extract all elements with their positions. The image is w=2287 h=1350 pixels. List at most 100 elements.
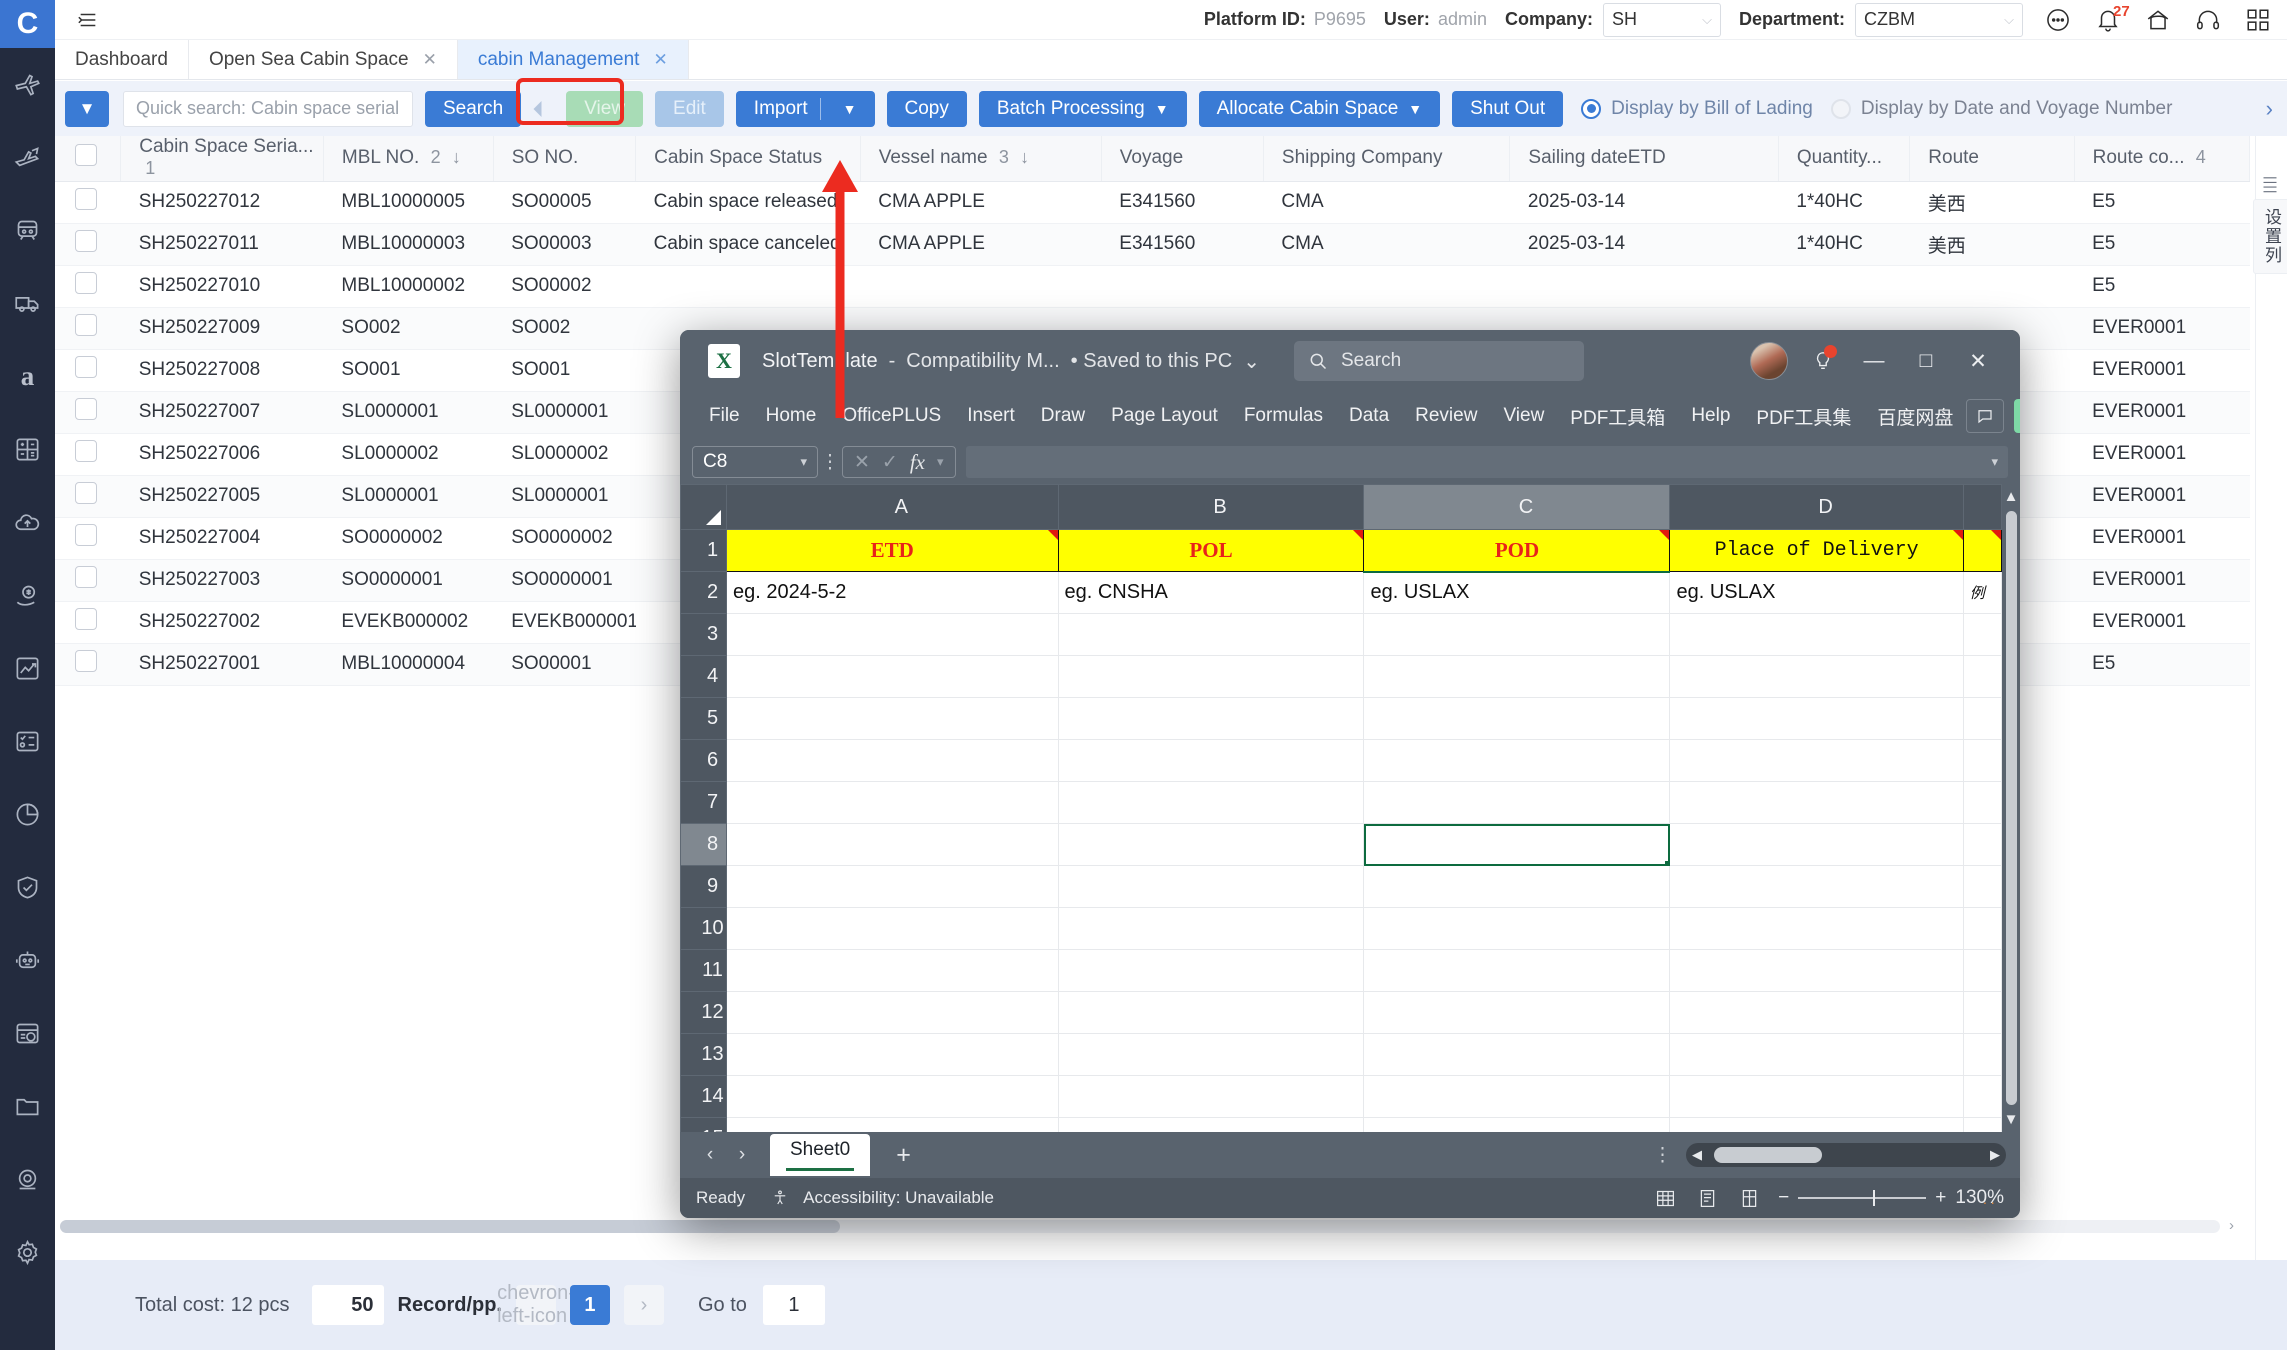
excel-cell-D15[interactable] [1669, 1117, 1964, 1132]
expand-formula-bar-icon[interactable]: ▾ [1991, 454, 1998, 470]
excel-cell-C6[interactable] [1363, 739, 1671, 782]
excel-cell-C9[interactable] [1363, 865, 1671, 908]
row-checkbox[interactable] [75, 314, 97, 336]
column-header-vessel-name[interactable]: Vessel name 3 ↓ [860, 136, 1102, 182]
column-header-mbl-no[interactable]: MBL NO. 2 ↓ [323, 136, 494, 182]
excel-cell-B8[interactable] [1057, 823, 1365, 866]
notifications-button[interactable]: 27 [2093, 3, 2130, 35]
column-header-so-no[interactable]: SO NO. [493, 136, 637, 182]
confirm-formula-icon[interactable]: ✓ [882, 451, 898, 474]
sidebar-item-folder[interactable] [0, 1070, 55, 1143]
row-select-cell[interactable] [55, 349, 121, 392]
sheet-tab-sheet0[interactable]: Sheet0 [770, 1134, 871, 1176]
select-all-cells-button[interactable] [680, 484, 727, 530]
search-input[interactable] [123, 90, 413, 127]
excel-cell-B6[interactable] [1057, 739, 1365, 782]
excel-cell-E11[interactable] [1962, 949, 2002, 992]
row-checkbox[interactable] [75, 272, 97, 294]
allocate-cabin-space-button[interactable]: Allocate Cabin Space ▼ [1198, 90, 1441, 127]
zoom-track[interactable] [1798, 1190, 1927, 1206]
excel-row[interactable]: 12 [680, 991, 2002, 1034]
excel-row[interactable]: 5 [680, 697, 2002, 740]
column-header-shipping-company[interactable]: Shipping Company [1263, 136, 1511, 182]
sidebar-item-eye[interactable] [0, 1143, 55, 1216]
excel-cell-D11[interactable] [1669, 949, 1964, 992]
excel-cell-D13[interactable] [1669, 1033, 1964, 1076]
excel-cell-C11[interactable] [1363, 949, 1671, 992]
excel-row-header[interactable]: 8 [680, 823, 727, 866]
apps-button[interactable] [2243, 5, 2273, 35]
row-select-cell[interactable] [55, 307, 121, 350]
chevron-down-icon[interactable]: ▼ [843, 101, 857, 117]
tab-dashboard[interactable]: Dashboard [55, 40, 189, 79]
minimize-button[interactable]: — [1848, 338, 1900, 384]
excel-cell-C4[interactable] [1363, 655, 1671, 698]
row-select-cell[interactable] [55, 643, 121, 686]
excel-cell-C5[interactable] [1363, 697, 1671, 740]
row-select-cell[interactable] [55, 223, 121, 266]
scroll-left-icon[interactable]: ◀ [1692, 1147, 1702, 1163]
row-select-cell[interactable] [55, 265, 121, 308]
view-button[interactable]: View [566, 90, 644, 127]
sidebar-item-truck[interactable] [0, 267, 55, 340]
ribbon-tab-formulas[interactable]: Formulas [1231, 399, 1336, 433]
home-button[interactable] [2143, 5, 2173, 35]
excel-cell-D10[interactable] [1669, 907, 1964, 950]
comments-button[interactable] [1966, 399, 2005, 433]
excel-cell-E3[interactable] [1962, 613, 2002, 656]
excel-cell-A12[interactable] [726, 991, 1059, 1034]
excel-cell-D3[interactable] [1669, 613, 1964, 656]
sidebar-item-cloud-upload[interactable] [0, 486, 55, 559]
row-select-cell[interactable] [55, 601, 121, 644]
excel-cell-A13[interactable] [726, 1033, 1059, 1076]
sheet-scrollbar-thumb[interactable] [1714, 1147, 1822, 1163]
sidebar-item-shield[interactable] [0, 851, 55, 924]
column-header-voyage[interactable]: Voyage [1101, 136, 1264, 182]
close-button[interactable]: ✕ [1952, 338, 2004, 384]
row-select-cell[interactable] [55, 181, 121, 224]
excel-row[interactable]: 10 [680, 907, 2002, 950]
select-all-header[interactable] [55, 136, 122, 182]
add-sheet-button[interactable]: + [896, 1141, 911, 1170]
excel-cell-B15[interactable] [1057, 1117, 1365, 1132]
import-button[interactable]: Import ▼ [735, 90, 875, 127]
excel-cell-E2[interactable]: 例 [1962, 571, 2002, 614]
chevron-down-icon[interactable]: ▾ [937, 454, 944, 470]
radio-display-by-bill-of-lading[interactable]: Display by Bill of Lading [1581, 98, 1813, 120]
excel-cell-A4[interactable] [726, 655, 1059, 698]
excel-cell-E1[interactable] [1962, 529, 2002, 572]
maximize-button[interactable]: □ [1900, 338, 1952, 384]
next-sheet-button[interactable]: › [726, 1144, 758, 1166]
ribbon-tab-officeplus[interactable]: OfficePLUS [829, 399, 954, 433]
row-select-cell[interactable] [55, 475, 121, 518]
excel-cell-E7[interactable] [1962, 781, 2002, 824]
excel-cell-E13[interactable] [1962, 1033, 2002, 1076]
ribbon-tab-baidu-netdisk[interactable]: 百度网盘 [1864, 397, 1966, 436]
excel-row[interactable]: 6 [680, 739, 2002, 782]
vscrollbar-thumb[interactable] [2005, 511, 2017, 1105]
company-select[interactable]: SH ⌵ [1602, 2, 1721, 37]
sidebar-item-plane-departure[interactable] [0, 121, 55, 194]
name-box[interactable]: C8 ▾ [692, 446, 818, 478]
sidebar-item-report[interactable] [0, 997, 55, 1070]
column-header-e[interactable] [1962, 484, 2002, 530]
sidebar-item-calculator[interactable] [0, 413, 55, 486]
page-1-button[interactable]: 1 [569, 1285, 610, 1325]
excel-cell-A5[interactable] [726, 697, 1059, 740]
ribbon-tab-insert[interactable]: Insert [954, 399, 1028, 433]
excel-row-header[interactable]: 14 [680, 1075, 727, 1118]
excel-cell-D12[interactable] [1669, 991, 1964, 1034]
chevron-down-icon[interactable]: ▾ [800, 454, 807, 470]
excel-file-name[interactable]: SlotTemplate [762, 350, 878, 373]
excel-row[interactable]: 9 [680, 865, 2002, 908]
row-checkbox[interactable] [75, 440, 97, 462]
column-header-a[interactable]: A [726, 484, 1059, 530]
excel-vertical-scrollbar[interactable]: ▲ ▼ [2002, 484, 2020, 1132]
excel-grid[interactable]: A B C D 1 ETD POL POD Place of Delivery 2 eg. … [680, 484, 2002, 1132]
edit-button[interactable]: Edit [655, 90, 724, 127]
column-header-d[interactable]: D [1669, 484, 1964, 530]
formula-more-icon[interactable]: ⋮ [818, 451, 842, 474]
excel-cell-E14[interactable] [1962, 1075, 2002, 1118]
avatar[interactable] [1750, 342, 1788, 380]
row-checkbox[interactable] [75, 230, 97, 252]
